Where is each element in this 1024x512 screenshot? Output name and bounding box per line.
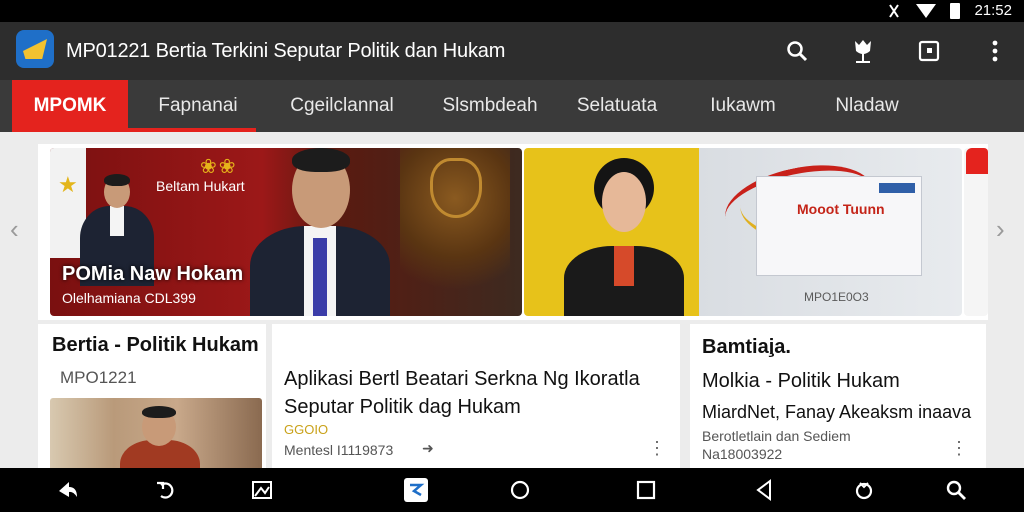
share-icon[interactable]: ➜: [422, 440, 434, 457]
tab-iukawm[interactable]: Iukawm: [690, 80, 796, 132]
system-nav-bar: [0, 468, 1024, 512]
card-subtitle: MiardNet, Fanay Akeaksm inaava: [702, 402, 972, 422]
card-title: Molkia - Politik Hukam: [702, 370, 900, 392]
tab-cgeilclannal[interactable]: Cgeilclannal: [270, 80, 414, 132]
wifi-icon: [916, 3, 937, 18]
news-card-2[interactable]: Aplikasi Bertl Beatari Serkna Ng Ikoratl…: [272, 324, 680, 468]
tab-slsmbdeah[interactable]: Slsmbdeah: [430, 80, 550, 132]
card-title-line-1: Aplikasi Bertl Beatari Serkna Ng Ikoratl…: [284, 368, 640, 390]
app-bar: MP01221 Bertia Terkini Seputar Politik d…: [0, 22, 1024, 80]
app-title: MP01221 Bertia Terkini Seputar Politik d…: [66, 40, 506, 62]
card-meta-2: Na18003922: [702, 446, 783, 462]
tulip-icon[interactable]: [848, 36, 878, 66]
vibrate-icon: [886, 3, 902, 19]
category-tabs: MPOMK Fapnanai Cgeilclannal Slsmbdeah Se…: [0, 80, 1024, 132]
carousel-slide-2[interactable]: Mooot Tuunn MPO1E0O3: [524, 148, 962, 316]
emblem-dots: ❀❀: [200, 156, 238, 178]
featured-carousel: ★ ❀❀ Beltam Hukart POMia Naw Hokam Olelh…: [38, 144, 988, 320]
chevron-left-icon[interactable]: ‹: [10, 214, 19, 245]
card-heading: Bamtiai̧a.: [702, 336, 791, 358]
assistant-icon[interactable]: [852, 478, 876, 502]
tab-selatuata[interactable]: Selatuata: [560, 80, 674, 132]
card-thumbnail: [50, 398, 262, 468]
crop-icon[interactable]: [914, 36, 944, 66]
search-icon[interactable]: [944, 478, 968, 502]
carousel-slide-1[interactable]: ★ ❀❀ Beltam Hukart POMia Naw Hokam Olelh…: [50, 148, 522, 316]
app-logo[interactable]: [16, 30, 54, 68]
home-icon[interactable]: [508, 478, 532, 502]
carousel-slide-3[interactable]: [964, 148, 988, 316]
app-shortcut-icon[interactable]: [404, 478, 428, 502]
recents-icon[interactable]: [634, 478, 658, 502]
clock: 21:52: [974, 2, 1012, 19]
share-icon[interactable]: [56, 478, 80, 502]
image-icon[interactable]: [250, 478, 274, 502]
emblem-image: [400, 148, 510, 316]
undo-icon[interactable]: [154, 478, 178, 502]
slide-headline: Beltam Hukart: [156, 178, 245, 194]
search-icon[interactable]: [782, 36, 812, 66]
slide-subcaption: Olelhamiana CDL399: [62, 290, 196, 306]
card-meta: Mentesl I1119873: [284, 442, 394, 458]
more-vert-icon[interactable]: [980, 36, 1010, 66]
chevron-right-icon[interactable]: ›: [996, 214, 1005, 245]
tab-indicator: [12, 128, 256, 132]
more-vert-icon[interactable]: ⋮: [950, 438, 968, 459]
tab-mpomk[interactable]: MPOMK: [12, 80, 128, 132]
news-card-1[interactable]: Bertia - Politik Hukam MPO1221: [38, 324, 266, 468]
logo-card-label: Mooot Tuunn: [797, 201, 885, 217]
slide-caption: POMia Naw Hokam: [62, 263, 244, 285]
slide-footer: MPO1E0O3: [804, 290, 869, 304]
card-meta-1: Berotletlain dan Sediem: [702, 428, 851, 444]
card-badge: GGOIO: [284, 422, 329, 437]
tab-fapnanai[interactable]: Fapnanai: [140, 80, 256, 132]
more-vert-icon[interactable]: ⋮: [648, 438, 666, 459]
tab-nladaw[interactable]: Nladaw: [814, 80, 920, 132]
card-title-line-2: Seputar Politik dag Hukam: [284, 396, 521, 418]
battery-icon: [950, 2, 961, 19]
news-card-3[interactable]: Bamtiai̧a. Molkia - Politik Hukam MiardN…: [690, 324, 986, 468]
back-icon[interactable]: [752, 478, 776, 502]
status-bar: 21:52: [0, 0, 1024, 22]
card-meta: MPO1221: [60, 368, 137, 387]
logo-card: Mooot Tuunn: [756, 176, 922, 276]
card-title: Bertia - Politik Hukam: [52, 334, 259, 356]
